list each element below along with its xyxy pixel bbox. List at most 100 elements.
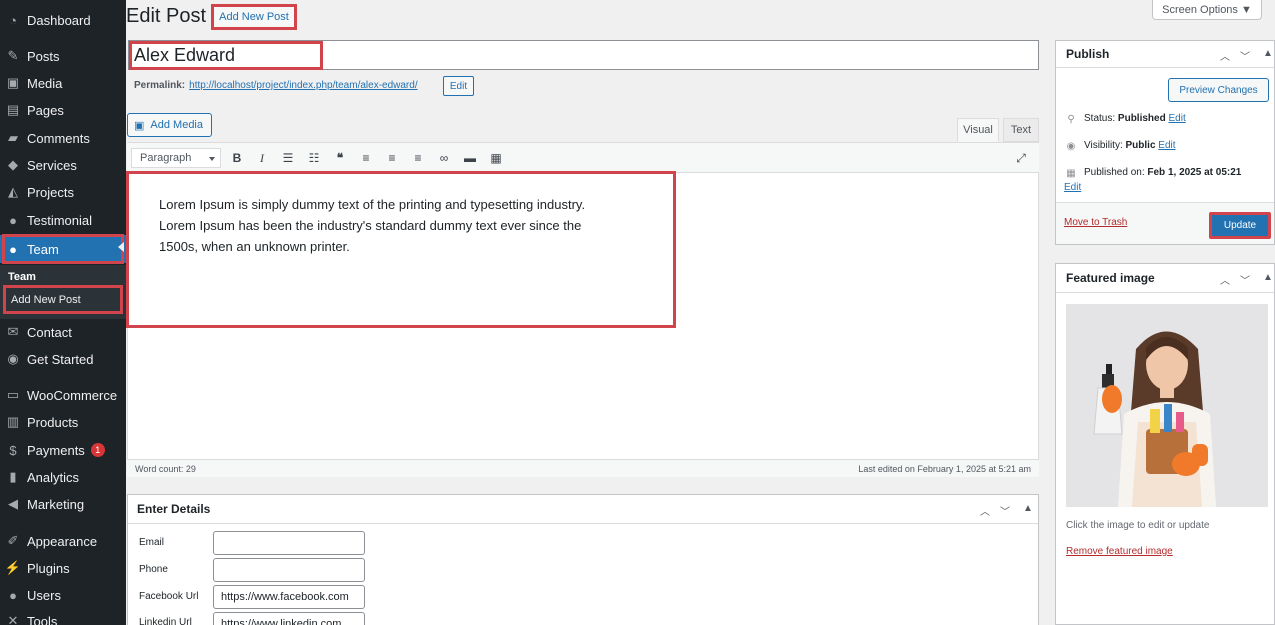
sidebar-item-products[interactable]: ▥ Products (0, 409, 126, 435)
sidebar-item-testimonial[interactable]: ● Testimonial (0, 207, 126, 233)
visibility-value: Public (1125, 140, 1156, 151)
sidebar-item-appearance[interactable]: ✐ Appearance (0, 528, 126, 554)
permalink: Permalink: http://localhost/project/index… (134, 80, 418, 91)
move-up-icon[interactable]: ︿ (980, 503, 990, 518)
mail-icon: ✉ (7, 324, 19, 339)
post-published-date: Published on: Feb 1, 2025 at 05:21 (1084, 167, 1241, 178)
align-center-icon[interactable]: ≡ (383, 150, 401, 166)
italic-icon[interactable]: I (253, 150, 271, 166)
remove-featured-image-link[interactable]: Remove featured image (1066, 546, 1173, 557)
sidebar-item-label: Projects (27, 184, 74, 200)
sidebar-item-users[interactable]: ● Users (0, 582, 126, 608)
sidebar-item-marketing[interactable]: ◀ Marketing (0, 491, 126, 517)
toolbar-toggle-icon[interactable]: ▦ (487, 150, 505, 166)
status-edit-link[interactable]: Edit (1169, 113, 1186, 124)
archive-icon: ▥ (6, 414, 20, 429)
screen-options-button[interactable]: Screen Options ▼ (1152, 0, 1262, 20)
link-icon[interactable]: ∞ (435, 150, 453, 166)
fullscreen-icon[interactable]: ⤢ (1012, 150, 1030, 166)
numbered-list-icon[interactable]: ☷ (305, 150, 323, 166)
featured-image[interactable] (1066, 304, 1268, 507)
bold-icon[interactable]: B (228, 150, 246, 166)
move-to-trash-link[interactable]: Move to Trash (1064, 217, 1127, 228)
add-media-button[interactable]: ▣ Add Media (127, 113, 212, 137)
publish-divider (1056, 67, 1274, 68)
sidebar-item-dashboard[interactable]: ◔ Dashboard (0, 7, 126, 33)
team-highlight (2, 234, 124, 264)
media-icon: ▣ (134, 119, 145, 132)
sidebar-item-label: Posts (27, 48, 60, 64)
tab-text[interactable]: Text (1003, 118, 1039, 142)
dashboard-icon: ◔ (9, 12, 17, 28)
blockquote-icon[interactable]: ❝ (331, 150, 349, 166)
phone-field[interactable] (213, 558, 365, 582)
sidebar-item-media[interactable]: ▣ Media (0, 70, 126, 96)
editor-statusbar: Word count: 29 Last edited on February 1,… (127, 459, 1039, 477)
published-value: Feb 1, 2025 at 05:21 (1147, 167, 1242, 178)
published-edit-link[interactable]: Edit (1064, 182, 1081, 193)
linkedin-url-field[interactable]: https://www.linkedin.com (213, 612, 365, 625)
read-more-icon[interactable]: ▬ (461, 150, 479, 166)
sidebar-item-label: WooCommerce (27, 387, 118, 403)
published-label: Published on: (1084, 167, 1145, 178)
sidebar-item-label: Analytics (27, 469, 80, 485)
sidebar-item-contact[interactable]: ✉ Contact (0, 319, 126, 345)
preview-changes-button[interactable]: Preview Changes (1168, 78, 1269, 102)
media-icon: ▣ (6, 75, 20, 90)
email-field[interactable] (213, 531, 365, 555)
permalink-link[interactable]: http://localhost/project/index.php/team/… (189, 80, 417, 91)
collapse-icon[interactable]: ▲ (1023, 503, 1033, 514)
sidebar-item-label: Products (27, 414, 79, 430)
graduation-icon: ◭ (8, 184, 18, 199)
move-down-icon[interactable]: ﹀ (1240, 272, 1250, 287)
sidebar-item-label: Tools (27, 613, 58, 625)
sidebar-item-projects[interactable]: ◭ Projects (0, 179, 126, 205)
format-select[interactable]: Paragraph (131, 148, 221, 168)
sidebar-item-woocommerce[interactable]: ▭ WooCommerce (0, 382, 126, 408)
permalink-label: Permalink: (134, 80, 186, 91)
facebook-url-field[interactable]: https://www.facebook.com (213, 585, 365, 609)
sidebar-item-pages[interactable]: ▤ Pages (0, 97, 126, 123)
last-edited: Last edited on February 1, 2025 at 5:21 … (858, 463, 1031, 474)
notification-badge: 1 (90, 443, 105, 457)
move-up-icon[interactable]: ︿ (1220, 272, 1230, 287)
post-visibility: Visibility: Public Edit (1084, 140, 1176, 151)
move-down-icon[interactable]: ﹀ (1240, 48, 1250, 63)
sidebar-item-label: Media (27, 75, 63, 91)
pages-icon: ▤ (6, 102, 20, 117)
editor-content[interactable]: Lorem Ipsum is simply dummy text of the … (126, 171, 676, 328)
current-menu-arrow (118, 242, 124, 252)
sidebar-item-get-started[interactable]: ◉ Get Started (0, 346, 126, 372)
sidebar-item-comments[interactable]: ▰ Comments (0, 125, 126, 151)
submenu-title[interactable]: Team (8, 271, 36, 283)
tab-visual[interactable]: Visual (957, 118, 999, 142)
sidebar-item-label: Testimonial (27, 212, 93, 228)
sidebar-item-tools[interactable]: ✕ Tools (0, 608, 126, 625)
collapse-icon[interactable]: ▲ (1263, 272, 1273, 283)
sidebar-item-analytics[interactable]: ▮ Analytics (0, 464, 126, 490)
visibility-edit-link[interactable]: Edit (1158, 140, 1175, 151)
move-down-icon[interactable]: ﹀ (1000, 503, 1010, 518)
sidebar-item-services[interactable]: ◆ Services (0, 152, 126, 178)
update-button[interactable]: Update (1209, 212, 1271, 239)
collapse-icon[interactable]: ▲ (1263, 48, 1273, 59)
sidebar-item-payments[interactable]: $ Payments 1 (0, 437, 126, 463)
permalink-edit-button[interactable]: Edit (443, 76, 474, 96)
sidebar-item-plugins[interactable]: ⚡ Plugins (0, 555, 126, 581)
user-icon: ● (9, 212, 17, 228)
globe-icon: ◉ (7, 351, 19, 366)
sidebar-item-label: Pages (27, 102, 64, 118)
move-up-icon[interactable]: ︿ (1220, 48, 1230, 63)
post-title-field[interactable] (128, 40, 1039, 70)
facebook-url-label: Facebook Url (139, 591, 199, 602)
submenu-add-new-post[interactable]: Add New Post (3, 285, 123, 314)
add-new-post-button[interactable]: Add New Post (211, 4, 297, 30)
align-left-icon[interactable]: ≡ (357, 150, 375, 166)
align-right-icon[interactable]: ≡ (409, 150, 427, 166)
bulleted-list-icon[interactable]: ☰ (279, 150, 297, 166)
sidebar-item-label: Marketing (27, 496, 85, 512)
sidebar-item-label: Comments (27, 130, 90, 146)
post-title-value[interactable]: Alex Edward (134, 45, 235, 66)
sidebar-item-posts[interactable]: ✎ Posts (0, 43, 126, 69)
sidebar-item-label: Contact (27, 324, 72, 340)
